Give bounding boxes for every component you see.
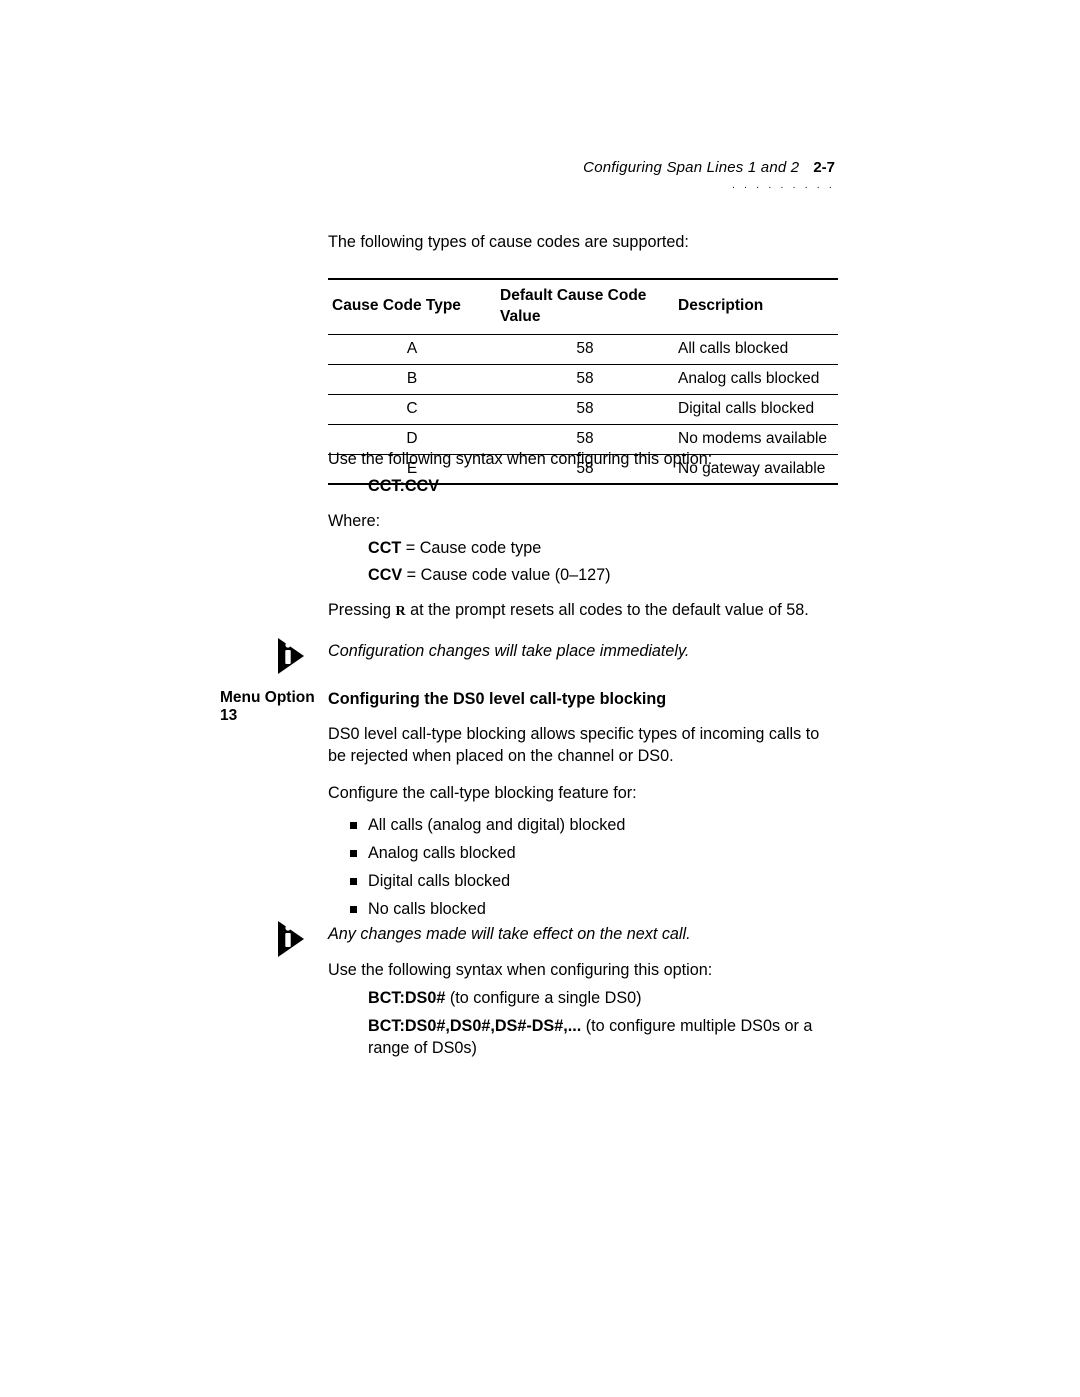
table-row: C 58 Digital calls blocked [328,394,838,424]
where-bold: CCT [368,539,401,557]
where-bold: CCV [368,566,402,584]
where-label: Where: [328,511,838,533]
call-type-list: All calls (analog and digital) blocked A… [328,812,838,923]
list-item: Analog calls blocked [350,840,838,868]
cell-value: 58 [496,394,674,424]
where-item: CCT = Cause code type [328,538,838,560]
syntax2-item: BCT:DS0# (to configure a single DS0) [328,988,838,1010]
col-header-value: Default Cause Code Value [496,279,674,334]
cell-desc: Analog calls blocked [674,364,838,394]
col-header-type: Cause Code Type [328,279,496,334]
reset-key: R [395,604,405,619]
info-arrow-icon [276,636,324,676]
section-paragraph: DS0 level call-type blocking allows spec… [328,724,838,768]
cell-type: B [328,364,496,394]
list-item: All calls (analog and digital) blocked [350,812,838,840]
reset-post: at the prompt resets all codes to the de… [406,601,809,619]
table-row: B 58 Analog calls blocked [328,364,838,394]
where-item: CCV = Cause code value (0–127) [328,565,838,587]
syntax2-rest: (to configure a single DS0) [445,989,641,1007]
section-lead: Configure the call-type blocking feature… [328,783,838,805]
note-text: Configuration changes will take place im… [328,641,838,663]
header-dots: · · · · · · · · · [583,182,835,193]
syntax2-bold: BCT:DS0#,DS0#,DS#-DS#,... [368,1017,581,1035]
list-item: No calls blocked [350,896,838,924]
where-rest: = Cause code value (0–127) [402,566,610,584]
table-header-row: Cause Code Type Default Cause Code Value… [328,279,838,334]
cell-type: A [328,334,496,364]
table-row: A 58 All calls blocked [328,334,838,364]
header-title: Configuring Span Lines 1 and 2 [583,159,799,176]
reset-line: Pressing R at the prompt resets all code… [328,600,838,622]
section-title: Configuring the DS0 level call-type bloc… [328,689,838,711]
syntax2-lead: Use the following syntax when configurin… [328,960,838,982]
reset-pre: Pressing [328,601,395,619]
cell-desc: Digital calls blocked [674,394,838,424]
cell-value: 58 [496,334,674,364]
page: Configuring Span Lines 1 and 2 2-7 · · ·… [0,0,1080,1397]
page-header: Configuring Span Lines 1 and 2 2-7 · · ·… [583,159,835,193]
syntax2-item: BCT:DS0#,DS0#,DS#-DS#,... (to configure … [328,1016,838,1060]
list-item: Digital calls blocked [350,868,838,896]
info-arrow-icon [276,919,324,959]
cell-type: C [328,394,496,424]
intro-paragraph: The following types of cause codes are s… [328,232,838,254]
syntax2-bold: BCT:DS0# [368,989,445,1007]
where-rest: = Cause code type [401,539,541,557]
col-header-desc: Description [674,279,838,334]
page-number: 2-7 [813,159,835,176]
cell-desc: All calls blocked [674,334,838,364]
note-text: Any changes made will take effect on the… [328,924,838,946]
syntax-code: CCT:CCV [328,476,838,498]
syntax-lead: Use the following syntax when configurin… [328,449,838,471]
cell-value: 58 [496,364,674,394]
menu-option-label: Menu Option 13 [220,689,328,725]
